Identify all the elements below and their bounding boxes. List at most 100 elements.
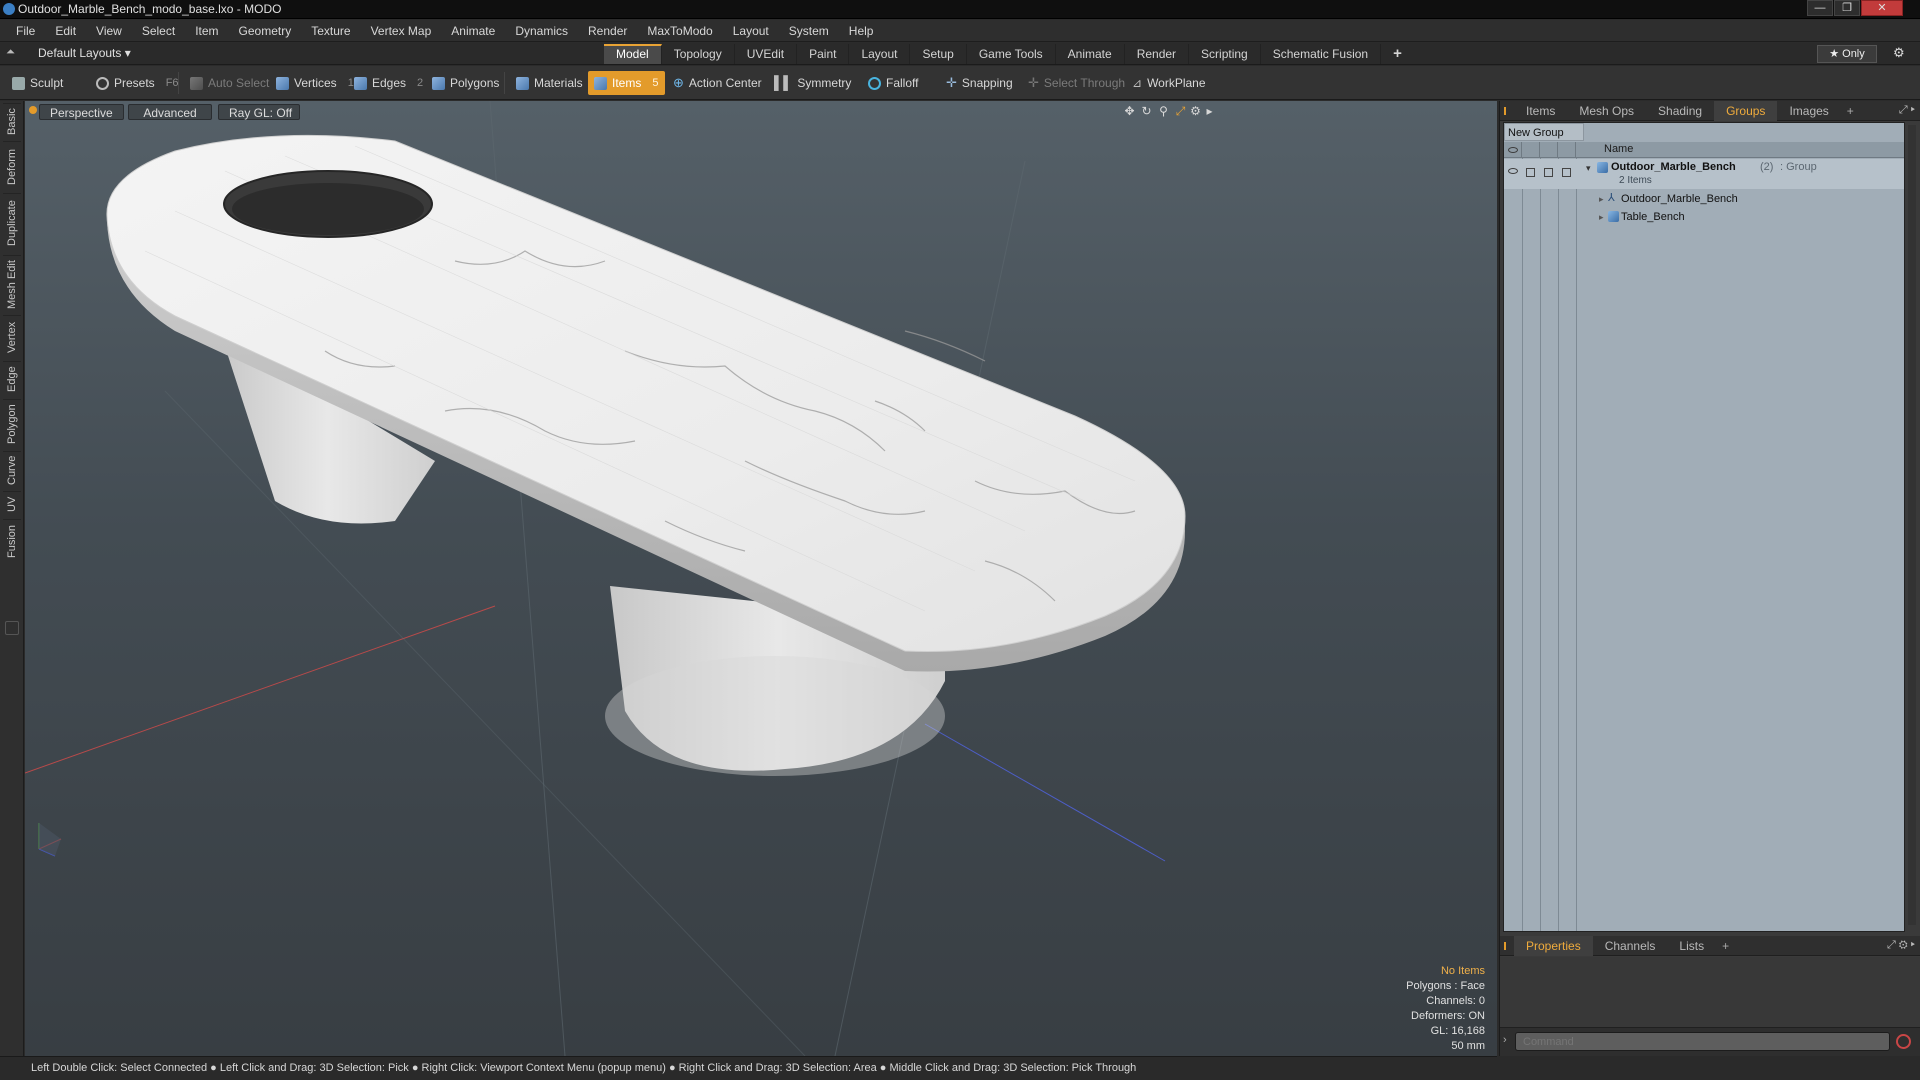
tab-items[interactable]: Items [1514, 101, 1567, 121]
group-child-row[interactable]: ▸ Table_Bench [1504, 209, 1904, 225]
tab-topology[interactable]: Topology [662, 44, 735, 64]
layout-selector[interactable]: Default Layouts ▾ [38, 46, 131, 60]
menu-view[interactable]: View [86, 24, 132, 38]
panel-expand-icon[interactable]: ⤢ ▸ [1899, 104, 1915, 117]
gear-icon[interactable]: ⚙ [1893, 45, 1905, 61]
raygl-toggle[interactable]: Ray GL: Off [218, 104, 300, 120]
workplane-button[interactable]: ⊿ WorkPlane [1126, 71, 1213, 95]
symmetry-button[interactable]: ▌▌ Symmetry [768, 71, 858, 95]
render-column-icon[interactable] [1522, 142, 1540, 158]
vtab-curve[interactable]: Curve [3, 451, 21, 489]
viewport-settings-icon[interactable]: ⚙ [1189, 105, 1202, 118]
menu-select[interactable]: Select [132, 24, 185, 38]
panel-grip-icon[interactable] [1504, 941, 1514, 950]
tab-properties[interactable]: Properties [1514, 935, 1593, 956]
menu-help[interactable]: Help [839, 24, 884, 38]
render-toggle[interactable] [1526, 168, 1535, 177]
new-group-button[interactable]: New Group [1504, 123, 1584, 141]
vtab-uv[interactable]: UV [3, 491, 21, 517]
vtab-fusion[interactable]: Fusion [3, 519, 21, 563]
command-input[interactable] [1515, 1032, 1890, 1051]
tab-setup[interactable]: Setup [910, 44, 967, 64]
child-expand-icon[interactable]: ▸ [1599, 212, 1604, 223]
add-tab-button[interactable]: + [1381, 44, 1414, 64]
palette-toggle-icon[interactable] [5, 621, 19, 635]
snapping-button[interactable]: ✛ Snapping [940, 71, 1020, 95]
vtab-vertex[interactable]: Vertex [3, 315, 21, 359]
menu-dynamics[interactable]: Dynamics [505, 24, 578, 38]
properties-options-icon[interactable]: ⤢ ⚙ ▸ [1887, 939, 1915, 952]
menu-file[interactable]: File [6, 24, 45, 38]
tab-lists[interactable]: Lists [1667, 936, 1716, 956]
falloff-button[interactable]: Falloff [862, 71, 925, 95]
close-button[interactable]: ✕ [1861, 0, 1903, 16]
select-column-icon[interactable] [1558, 142, 1576, 158]
tab-uvedit[interactable]: UVEdit [735, 44, 798, 64]
only-toggle[interactable]: ★ Only [1817, 45, 1877, 63]
items-button[interactable]: Items 5 [588, 71, 666, 95]
rotate-icon[interactable]: ↻ [1140, 105, 1153, 118]
menu-geometry[interactable]: Geometry [229, 24, 302, 38]
add-panel-tab[interactable]: + [1841, 101, 1860, 121]
collapse-arrow-icon[interactable]: ▾ [1586, 163, 1591, 174]
viewport-options-icon[interactable] [29, 106, 37, 114]
menu-maxtomodo[interactable]: MaxToModo [637, 24, 722, 38]
child-expand-icon[interactable]: ▸ [1599, 194, 1604, 205]
menu-layout[interactable]: Layout [723, 24, 779, 38]
materials-button[interactable]: Materials [510, 71, 590, 95]
name-column-header[interactable]: Name [1604, 143, 1633, 155]
panel-grip-icon[interactable] [1504, 106, 1514, 115]
menu-item[interactable]: Item [185, 24, 228, 38]
tab-channels[interactable]: Channels [1593, 936, 1668, 956]
maximize-button[interactable]: ❐ [1834, 0, 1860, 16]
menu-vertex-map[interactable]: Vertex Map [361, 24, 442, 38]
tab-model[interactable]: Model [604, 44, 662, 64]
command-run-icon[interactable] [1896, 1034, 1911, 1049]
menu-texture[interactable]: Texture [301, 24, 360, 38]
maximize-viewport-icon[interactable]: ⤢ [1174, 105, 1187, 118]
polygons-button[interactable]: Polygons [426, 71, 506, 95]
shading-dropdown[interactable]: Advanced [128, 104, 212, 120]
eye-icon[interactable] [1508, 168, 1518, 174]
edges-button[interactable]: Edges 2 [348, 71, 430, 95]
tab-game-tools[interactable]: Game Tools [967, 44, 1056, 64]
menu-animate[interactable]: Animate [441, 24, 505, 38]
tab-mesh-ops[interactable]: Mesh Ops [1567, 101, 1646, 121]
vtab-duplicate[interactable]: Duplicate [3, 193, 21, 253]
presets-button[interactable]: Presets F6 [90, 71, 186, 95]
visibility-column-icon[interactable] [1504, 142, 1522, 158]
tab-animate[interactable]: Animate [1056, 44, 1125, 64]
3d-viewport[interactable]: Perspective Advanced Ray GL: Off ✥ ↻ ⚲ ⤢… [25, 101, 1497, 1056]
tab-layout[interactable]: Layout [849, 44, 911, 64]
command-history-icon[interactable]: › [1503, 1034, 1507, 1046]
menu-system[interactable]: System [779, 24, 839, 38]
vtab-deform[interactable]: Deform [3, 141, 21, 191]
tab-groups[interactable]: Groups [1714, 100, 1778, 121]
viewport-expand-icon[interactable]: ▸ [1203, 105, 1216, 118]
group-child-row[interactable]: ▸ ⅄ Outdoor_Marble_Bench [1504, 191, 1904, 207]
lock-column-icon[interactable] [1540, 142, 1558, 158]
vtab-mesh-edit[interactable]: Mesh Edit [3, 255, 21, 313]
groups-scrollbar[interactable] [1908, 125, 1916, 925]
select-toggle[interactable] [1562, 168, 1571, 177]
add-properties-tab[interactable]: + [1716, 936, 1735, 956]
tab-paint[interactable]: Paint [797, 44, 850, 64]
vtab-basic[interactable]: Basic [3, 103, 21, 139]
minimize-button[interactable]: — [1807, 0, 1833, 16]
auto-select-button[interactable]: Auto Select [184, 71, 276, 95]
group-row[interactable]: ▾ Outdoor_Marble_Bench (2) : Group 2 Ite… [1504, 159, 1904, 189]
pan-icon[interactable]: ✥ [1123, 105, 1136, 118]
action-center-button[interactable]: ⊕ Action Center [667, 71, 769, 95]
vtab-edge[interactable]: Edge [3, 361, 21, 397]
tab-images[interactable]: Images [1777, 101, 1840, 121]
vtab-polygon[interactable]: Polygon [3, 399, 21, 449]
layout-collapse-icon[interactable]: ⏶ [6, 46, 22, 60]
menu-edit[interactable]: Edit [45, 24, 86, 38]
tab-render[interactable]: Render [1125, 44, 1190, 64]
tab-shading[interactable]: Shading [1646, 101, 1714, 121]
sculpt-button[interactable]: Sculpt [6, 71, 70, 95]
tab-schematic-fusion[interactable]: Schematic Fusion [1261, 44, 1382, 64]
zoom-icon[interactable]: ⚲ [1157, 105, 1170, 118]
menu-render[interactable]: Render [578, 24, 637, 38]
tab-scripting[interactable]: Scripting [1189, 44, 1261, 64]
